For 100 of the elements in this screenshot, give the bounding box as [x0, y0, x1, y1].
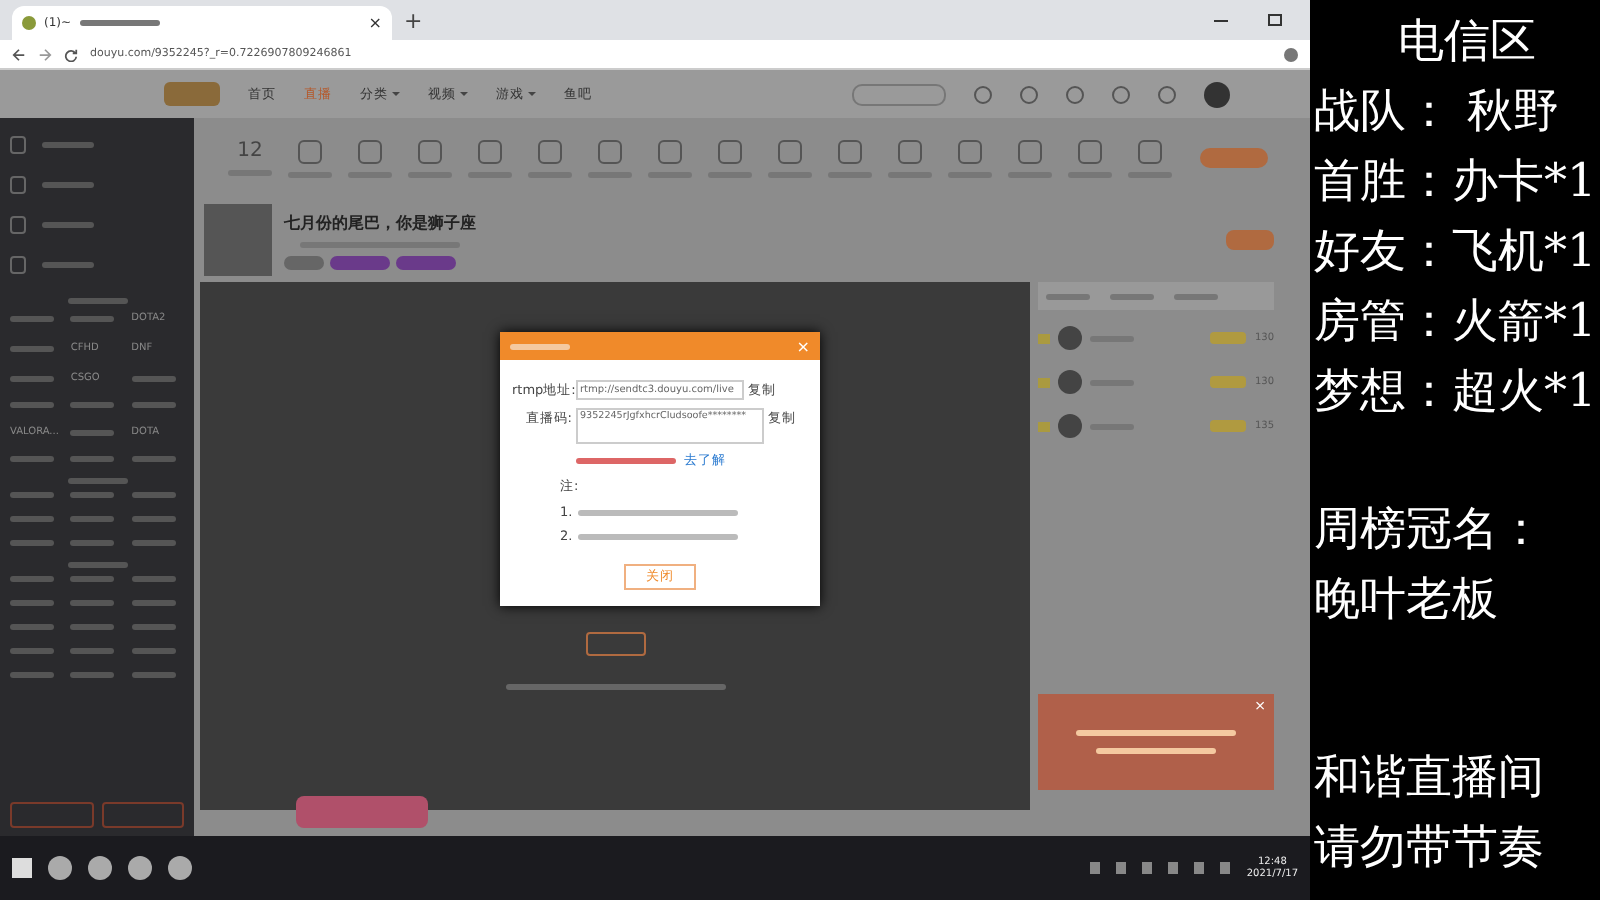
blurred-text: [10, 492, 54, 498]
new-tab-button[interactable]: +: [404, 7, 423, 33]
tray-icon[interactable]: [1194, 862, 1205, 874]
blurred-text: [67, 478, 127, 484]
blurred-text: [70, 315, 115, 321]
tray-icon[interactable]: [1220, 862, 1231, 874]
blurred-text: [1046, 293, 1090, 299]
header-icon[interactable]: [1158, 85, 1176, 103]
header-icon[interactable]: [1112, 85, 1130, 103]
site-favicon-icon: [22, 16, 36, 30]
close-button[interactable]: ×: [796, 337, 810, 355]
level-badge: [1210, 420, 1247, 432]
blurred-text: [131, 540, 176, 546]
search-field[interactable]: [852, 83, 946, 105]
blurred-text: [70, 402, 115, 408]
tray-icon[interactable]: [1090, 862, 1101, 874]
back-icon[interactable]: [12, 47, 26, 61]
taskbar-app-icon[interactable]: [128, 856, 152, 880]
blurred-text: [70, 456, 115, 462]
feature-icon[interactable]: [718, 139, 742, 163]
avatar-icon: [1058, 414, 1082, 438]
overlay-text: 和谐直播间: [1314, 750, 1546, 808]
header-icon[interactable]: [1020, 85, 1038, 103]
blurred-text: [10, 600, 54, 606]
room-title: 七月份的尾巴，你是狮子座: [284, 211, 476, 233]
tooltip-bubble: [296, 796, 428, 828]
header-icon[interactable]: [1066, 85, 1084, 103]
feature-icon[interactable]: [958, 139, 982, 163]
blurred-text: [510, 343, 570, 349]
blurred-text: [42, 181, 94, 187]
feature-icon[interactable]: [298, 139, 322, 163]
feature-icon[interactable]: [478, 139, 502, 163]
blurred-text: [131, 672, 176, 678]
sidebar-icon[interactable]: [10, 175, 26, 193]
overlay-text: 首胜：办卡*1: [1314, 154, 1599, 212]
taskbar-app-icon[interactable]: [48, 856, 72, 880]
tray-icon[interactable]: [1116, 862, 1127, 874]
reload-icon[interactable]: [64, 47, 78, 61]
blurred-text: [42, 221, 94, 227]
profile-icon[interactable]: [1284, 47, 1298, 61]
feature-icon[interactable]: [838, 139, 862, 163]
feature-icon[interactable]: [538, 139, 562, 163]
sidebar-icon[interactable]: [10, 255, 26, 273]
blurred-text: [42, 141, 94, 147]
forward-icon[interactable]: [38, 47, 52, 61]
feature-icon[interactable]: [1138, 139, 1162, 163]
level-badge: [1210, 332, 1247, 344]
sidebar-button[interactable]: [10, 802, 93, 828]
caret-icon: [460, 92, 468, 100]
logo-icon[interactable]: [164, 82, 220, 106]
taskbar-app-icon[interactable]: [88, 856, 112, 880]
caret-icon: [392, 92, 400, 100]
photo-placeholder: [204, 204, 272, 276]
sidebar-button[interactable]: [101, 802, 184, 828]
feature-icon[interactable]: [418, 139, 442, 163]
avatar-icon: [1058, 370, 1082, 394]
blurred-text: [67, 298, 127, 304]
blurred-text: [10, 540, 54, 546]
blurred-text: [131, 492, 176, 498]
feature-icon[interactable]: [778, 139, 802, 163]
taskbar-app-icon[interactable]: [168, 856, 192, 880]
count-number: 12: [237, 140, 263, 162]
blurred-text: [10, 576, 54, 582]
close-tab-button[interactable]: ×: [368, 14, 382, 32]
blurred-text: [10, 456, 54, 462]
feature-icon[interactable]: [358, 139, 382, 163]
blurred-text: [1096, 748, 1216, 754]
blurred-text: [79, 20, 160, 26]
sidebar-icon[interactable]: [10, 135, 26, 153]
tag-badge: [396, 255, 456, 269]
tray-icon[interactable]: [1142, 862, 1153, 874]
video-button[interactable]: [585, 632, 645, 656]
overlay-text: 电信区: [1396, 14, 1538, 72]
minimize-icon[interactable]: [1214, 19, 1228, 21]
sidebar-icon[interactable]: [10, 215, 26, 233]
blurred-text: [10, 375, 54, 381]
blurred-text: [10, 402, 54, 408]
blurred-text: [576, 458, 676, 464]
feature-icon[interactable]: [1018, 139, 1042, 163]
feature-icon[interactable]: [1078, 139, 1102, 163]
blurred-text: [131, 402, 176, 408]
blurred-text: [1110, 293, 1154, 299]
avatar-icon[interactable]: [1204, 81, 1230, 107]
windows-start-icon[interactable]: [12, 858, 32, 878]
blurred-text: [131, 648, 176, 654]
blurred-text: [131, 624, 176, 630]
blurred-text: [67, 562, 127, 568]
header-icon[interactable]: [974, 85, 992, 103]
avatar-icon: [1058, 326, 1082, 350]
feature-icon[interactable]: [598, 139, 622, 163]
feature-icon[interactable]: [898, 139, 922, 163]
blurred-text: [42, 261, 94, 267]
blurred-text: [131, 600, 176, 606]
caret-icon: [528, 92, 536, 100]
overlay-text: 战队： 秋野: [1314, 84, 1561, 142]
maximize-icon[interactable]: [1268, 14, 1282, 26]
feature-icon[interactable]: [658, 139, 682, 163]
blurred-text: [70, 516, 115, 522]
tray-icon[interactable]: [1168, 862, 1179, 874]
blurred-text: [70, 492, 115, 498]
